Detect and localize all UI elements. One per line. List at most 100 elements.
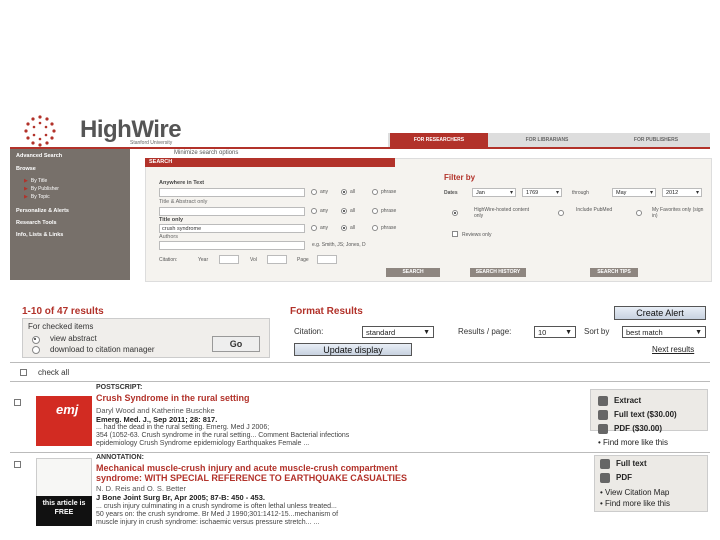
filter-pubmed-radio[interactable] xyxy=(558,210,564,216)
divider xyxy=(10,362,710,363)
dates-label: Dates xyxy=(444,190,458,196)
citation-format-label: Citation: xyxy=(294,327,324,336)
search-history-button[interactable]: SEARCH HISTORY xyxy=(470,268,526,277)
sidebar-info[interactable]: Info, Lists & Links xyxy=(16,232,63,238)
filter-highwire-radio[interactable] xyxy=(452,210,458,216)
divider xyxy=(10,452,710,453)
to-radio-all[interactable] xyxy=(341,225,347,231)
tab-publishers[interactable]: FOR PUBLISHERS xyxy=(606,133,706,147)
filter-pubmed-label: Include PubMed xyxy=(576,207,613,213)
to-radio-any[interactable] xyxy=(311,225,317,231)
cover-title: emj xyxy=(56,402,79,417)
search-header: SEARCH xyxy=(145,158,395,167)
sidebar-item-by-topic[interactable]: ▶ By Topic xyxy=(24,194,50,200)
citation-search-label: Citation: xyxy=(159,257,178,263)
view-abstract-radio[interactable] xyxy=(32,336,40,344)
pdf-link[interactable]: PDF xyxy=(616,473,632,482)
to-radio-phrase[interactable] xyxy=(372,225,378,231)
anywhere-input[interactable] xyxy=(159,188,305,197)
top-tabs: FOR RESEARCHERS FOR LIBRARIANS FOR PUBLI… xyxy=(388,133,710,147)
brand-subtitle: Stanford University xyxy=(130,140,173,146)
sidebar-personalize[interactable]: Personalize & Alerts xyxy=(16,208,69,214)
per-page-label: Results / page: xyxy=(458,327,512,336)
to-month-select[interactable]: May xyxy=(612,188,656,198)
result-type: POSTSCRIPT: xyxy=(96,384,143,391)
full-text-link[interactable]: Full text xyxy=(616,459,647,468)
year-label: Year xyxy=(198,257,209,263)
anywhere-radio-phrase[interactable] xyxy=(372,189,378,195)
tab-librarians[interactable]: FOR LIBRARIANS xyxy=(498,133,596,147)
minimize-search-link[interactable]: Minimize search options xyxy=(174,150,238,156)
result-checkbox[interactable] xyxy=(14,461,21,468)
create-alert-button[interactable]: Create Alert xyxy=(614,306,706,320)
filter-favorites-label: My Favorites only (sign in) xyxy=(652,207,704,219)
sidebar: Advanced Search Browse ▶ By Title ▶ By Pub… xyxy=(10,149,130,280)
sidebar-research-tools[interactable]: Research Tools xyxy=(16,220,57,226)
download-radio[interactable] xyxy=(32,346,40,354)
result-snippet: epidemiology Crush Syndrome epidemiology… xyxy=(96,440,310,447)
radio-all-label: all xyxy=(350,225,356,231)
vol-label: Vol xyxy=(250,257,257,263)
go-button[interactable]: Go xyxy=(212,336,260,352)
result-title[interactable]: Crush Syndrome in the rural setting xyxy=(96,393,250,403)
ta-radio-phrase[interactable] xyxy=(372,208,378,214)
check-all-checkbox[interactable] xyxy=(20,369,27,376)
from-year-select[interactable]: 1769 xyxy=(522,188,562,198)
vol-input[interactable] xyxy=(267,255,287,264)
arrow-right-icon: ▶ xyxy=(24,194,28,200)
radio-all-label: all xyxy=(350,208,356,214)
page-input[interactable] xyxy=(317,255,337,264)
sidebar-browse[interactable]: Browse xyxy=(16,166,36,172)
find-more-link[interactable]: • Find more like this xyxy=(600,499,670,508)
result-citation: Emerg. Med. J., Sep 2011; 28: 817. xyxy=(96,415,218,424)
find-more-link[interactable]: • Find more like this xyxy=(598,438,668,447)
filter-favorites-radio[interactable] xyxy=(636,210,642,216)
sidebar-item-by-title[interactable]: ▶ By Title xyxy=(24,178,47,184)
result-title[interactable]: Mechanical muscle-crush injury and acute… xyxy=(96,463,398,473)
year-input[interactable] xyxy=(219,255,239,264)
filter-highwire-label: HighWire-hosted content only xyxy=(474,207,530,219)
search-tips-button[interactable]: SEARCH TIPS xyxy=(590,268,638,277)
result-snippet: ... crush injury culminating in a crush … xyxy=(96,503,337,510)
radio-all-label: all xyxy=(350,189,356,195)
radio-phrase-label: phrase xyxy=(381,225,397,231)
arrow-right-icon: ▶ xyxy=(24,186,28,192)
result-authors: N. D. Reis and O. S. Better xyxy=(96,484,187,493)
results-count: 1-10 of 47 results xyxy=(22,306,104,317)
radio-any-label: any xyxy=(320,225,329,231)
sort-select[interactable]: best match ▼ xyxy=(622,326,706,338)
title-only-input[interactable]: crush syndrome xyxy=(159,224,305,233)
sort-label: Sort by xyxy=(584,327,610,336)
ta-radio-all[interactable] xyxy=(341,208,347,214)
per-page-select[interactable]: 10 ▼ xyxy=(534,326,576,338)
ta-radio-any[interactable] xyxy=(311,208,317,214)
highwire-logo-icon xyxy=(24,115,56,147)
tab-researchers[interactable]: FOR RESEARCHERS xyxy=(390,133,488,147)
anywhere-radio-all[interactable] xyxy=(341,189,347,195)
extract-link[interactable]: Extract xyxy=(614,396,641,405)
pdf-link[interactable]: PDF ($30.00) xyxy=(614,424,662,433)
result-snippet: 50 years on: the crush syndrome. Br Med … xyxy=(96,511,339,518)
anywhere-radio-any[interactable] xyxy=(311,189,317,195)
page-label: Page xyxy=(297,257,309,263)
sidebar-advanced-search[interactable]: Advanced Search xyxy=(16,153,62,159)
from-month-select[interactable]: Jan xyxy=(472,188,516,198)
result-checkbox[interactable] xyxy=(14,399,21,406)
next-results-link[interactable]: Next results xyxy=(652,345,694,354)
title-abstract-input[interactable] xyxy=(159,207,305,216)
view-citation-map-link[interactable]: • View Citation Map xyxy=(600,488,669,497)
journal-cover-thumbnail[interactable]: emj xyxy=(36,396,92,446)
result-title-continued[interactable]: syndrome: WITH SPECIAL REFERENCE TO EART… xyxy=(96,473,407,483)
anywhere-label: Anywhere in Text xyxy=(159,180,205,186)
to-year-select[interactable]: 2012 xyxy=(662,188,702,198)
authors-input[interactable] xyxy=(159,241,305,250)
full-text-link[interactable]: Full text ($30.00) xyxy=(614,410,677,419)
citation-format-select[interactable]: standard ▼ xyxy=(362,326,434,338)
search-button[interactable]: SEARCH xyxy=(386,268,440,277)
reviews-only-checkbox[interactable] xyxy=(452,231,458,237)
update-display-button[interactable]: Update display xyxy=(294,343,412,356)
pdf-icon xyxy=(598,424,608,434)
dropdown-arrow-icon: ▼ xyxy=(565,329,572,336)
sidebar-item-by-publisher[interactable]: ▶ By Publisher xyxy=(24,186,59,192)
free-article-badge: this article is FREE xyxy=(36,496,92,526)
